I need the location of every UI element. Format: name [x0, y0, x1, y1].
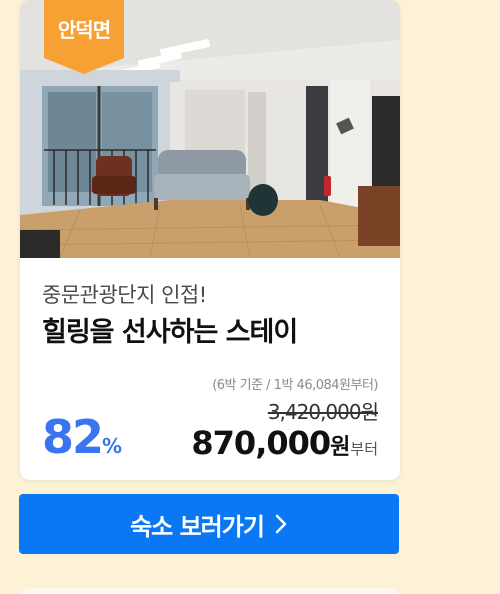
- view-listing-button[interactable]: 숙소 보러가기: [19, 494, 399, 554]
- sale-price: 870,000원부터: [191, 424, 378, 462]
- discount-rate: 82%: [42, 410, 122, 464]
- location-badge-label: 안덕면: [57, 18, 111, 42]
- listing-card[interactable]: 안덕면 중문관광단지 인접! 힐링을 선사하는 스테이 (6박 기준 / 1박 …: [20, 0, 400, 480]
- listing-subtitle: 중문관광단지 인접!: [42, 283, 207, 307]
- sale-price-unit: 원: [330, 435, 351, 460]
- sale-price-suffix: 부터: [350, 440, 378, 458]
- next-listing-card: [20, 588, 400, 594]
- price-note: (6박 기준 / 1박 46,084원부터): [212, 378, 378, 393]
- discount-unit: %: [102, 434, 123, 458]
- chevron-right-icon: [274, 513, 288, 535]
- original-price: 3,420,000원: [267, 400, 379, 424]
- view-listing-button-label: 숙소 보러가기: [130, 512, 265, 541]
- sale-price-amount: 870,000: [191, 424, 331, 462]
- location-badge: 안덕면: [44, 0, 124, 74]
- listing-title: 힐링을 선사하는 스테이: [42, 317, 298, 348]
- discount-number: 82: [42, 410, 104, 464]
